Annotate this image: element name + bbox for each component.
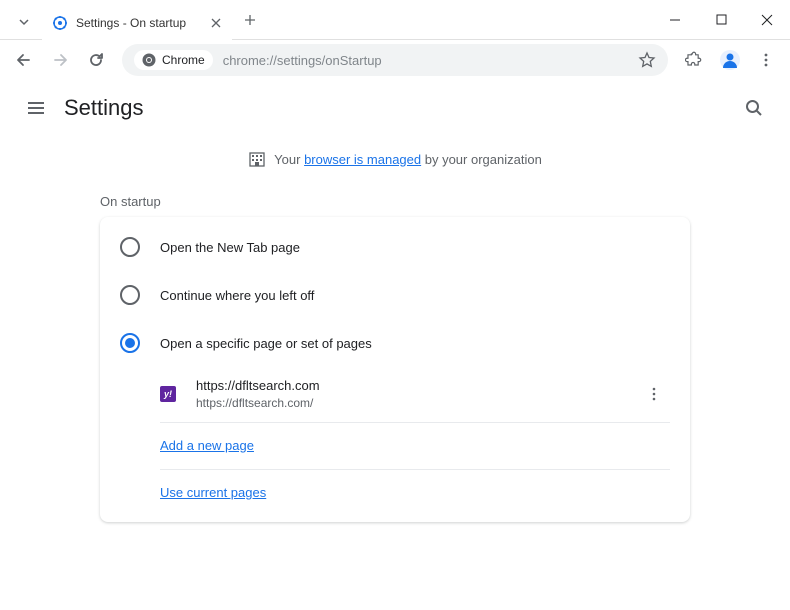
minimize-button[interactable] — [652, 0, 698, 40]
page-title: Settings — [64, 95, 144, 121]
arrow-right-icon — [51, 51, 69, 69]
close-icon — [211, 18, 221, 28]
startup-card: Open the New Tab page Continue where you… — [100, 217, 690, 522]
section-title: On startup — [100, 182, 690, 217]
address-bar[interactable]: Chrome chrome://settings/onStartup — [122, 44, 668, 76]
reload-button[interactable] — [80, 44, 112, 76]
close-icon — [761, 14, 773, 26]
radio-specific-pages[interactable]: Open a specific page or set of pages — [100, 319, 690, 367]
add-page-link[interactable]: Add a new page — [160, 438, 254, 453]
browser-toolbar: Chrome chrome://settings/onStartup — [0, 40, 790, 80]
site-chip[interactable]: Chrome — [134, 50, 213, 70]
startup-page-item: y! https://dfltsearch.com https://dfltse… — [160, 367, 670, 423]
radio-icon — [120, 237, 140, 257]
plus-icon — [244, 14, 256, 26]
browser-tab[interactable]: Settings - On startup — [42, 6, 232, 40]
maximize-button[interactable] — [698, 0, 744, 40]
use-current-row: Use current pages — [160, 470, 670, 516]
page-more-button[interactable] — [638, 378, 670, 410]
radio-continue[interactable]: Continue where you left off — [100, 271, 690, 319]
tab-search-dropdown[interactable] — [6, 6, 42, 38]
managed-notice: Your browser is managed by your organiza… — [0, 136, 790, 182]
settings-search-button[interactable] — [734, 88, 774, 128]
radio-new-tab[interactable]: Open the New Tab page — [100, 223, 690, 271]
profile-icon — [719, 49, 741, 71]
more-vertical-icon — [758, 52, 774, 68]
maximize-icon — [716, 14, 727, 25]
page-url-group: https://dfltsearch.com https://dfltsearc… — [196, 377, 638, 412]
extensions-icon — [685, 51, 703, 69]
profile-button[interactable] — [714, 44, 746, 76]
back-button[interactable] — [8, 44, 40, 76]
minimize-icon — [669, 14, 681, 26]
url-text: chrome://settings/onStartup — [223, 53, 638, 68]
page-url-text: https://dfltsearch.com/ — [196, 395, 638, 412]
forward-button[interactable] — [44, 44, 76, 76]
search-icon — [744, 98, 764, 118]
radio-icon — [120, 333, 140, 353]
window-titlebar: Settings - On startup — [0, 0, 790, 40]
tab-title: Settings - On startup — [76, 16, 208, 30]
new-tab-button[interactable] — [236, 6, 264, 34]
tab-close-button[interactable] — [208, 15, 224, 31]
settings-menu-button[interactable] — [16, 88, 56, 128]
chip-label: Chrome — [162, 53, 205, 67]
settings-header: Settings — [0, 80, 790, 136]
chevron-down-icon — [18, 16, 30, 28]
chrome-menu-button[interactable] — [750, 44, 782, 76]
use-current-link[interactable]: Use current pages — [160, 485, 266, 500]
extensions-button[interactable] — [678, 44, 710, 76]
radio-label: Open the New Tab page — [160, 240, 300, 255]
page-title-text: https://dfltsearch.com — [196, 377, 638, 395]
arrow-left-icon — [15, 51, 33, 69]
managed-link[interactable]: browser is managed — [304, 152, 421, 167]
radio-label: Open a specific page or set of pages — [160, 336, 372, 351]
building-icon — [248, 150, 266, 168]
settings-gear-icon — [52, 15, 68, 31]
add-page-row: Add a new page — [160, 423, 670, 470]
radio-label: Continue where you left off — [160, 288, 314, 303]
more-vertical-icon — [646, 386, 662, 402]
close-window-button[interactable] — [744, 0, 790, 40]
page-favicon: y! — [160, 386, 176, 402]
settings-content: On startup Open the New Tab page Continu… — [0, 182, 790, 522]
bookmark-button[interactable] — [638, 51, 656, 69]
window-controls — [652, 0, 790, 40]
hamburger-icon — [26, 98, 46, 118]
reload-icon — [87, 51, 105, 69]
star-icon — [638, 51, 656, 69]
radio-icon — [120, 285, 140, 305]
startup-pages-list: y! https://dfltsearch.com https://dfltse… — [100, 367, 690, 516]
chrome-icon — [142, 53, 156, 67]
managed-text: Your browser is managed by your organiza… — [274, 152, 542, 167]
